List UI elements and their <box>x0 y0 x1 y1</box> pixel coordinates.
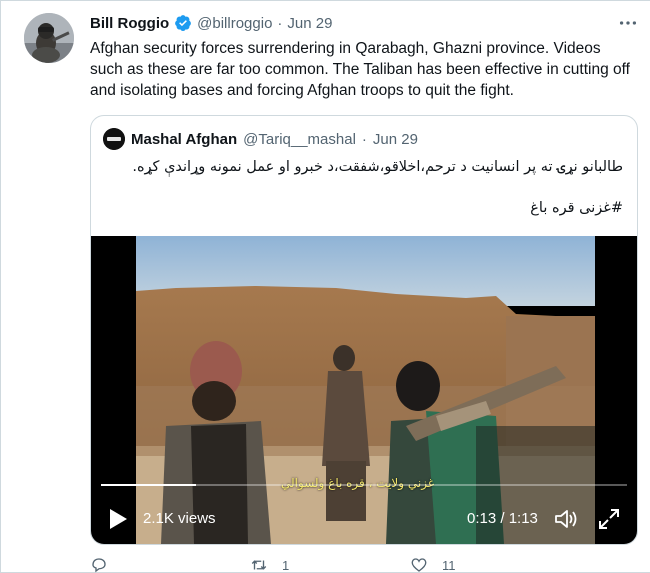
fullscreen-icon[interactable] <box>597 507 621 531</box>
heart-icon <box>411 558 427 572</box>
video-frame <box>136 236 595 544</box>
quote-author-name: Mashal Afghan <box>131 130 238 148</box>
verified-badge-icon <box>174 14 192 32</box>
quote-text: طالبانو نړۍ ته پر انسانیت د ترحم،اخلاقو،… <box>132 159 623 175</box>
tweet-header: Bill Roggio @billroggio · Jun 29 <box>90 14 332 32</box>
video-player[interactable]: غزني ولايت ، قره باغ ولسوالي 2.1K views … <box>91 236 637 544</box>
reply-button[interactable] <box>90 556 250 573</box>
reply-icon <box>92 558 106 573</box>
author-handle[interactable]: @billroggio <box>197 15 272 32</box>
separator-dot: · <box>277 14 283 32</box>
retweet-count: 1 <box>282 557 290 573</box>
quote-avatar <box>103 128 125 150</box>
tweet-actions: 1 11 <box>90 556 570 573</box>
more-horizontal-icon[interactable] <box>617 12 639 34</box>
author-name[interactable]: Bill Roggio <box>90 15 169 32</box>
quote-header: Mashal Afghan @Tariq__mashal · Jun 29 <box>103 128 418 150</box>
play-icon[interactable] <box>107 507 129 531</box>
video-views: 2.1K views <box>143 510 216 527</box>
quote-separator-dot: · <box>361 130 367 148</box>
retweet-button[interactable]: 1 <box>250 556 410 573</box>
volume-icon[interactable] <box>553 507 579 531</box>
like-button[interactable]: 11 <box>410 556 570 573</box>
avatar-photo <box>24 13 74 63</box>
retweet-icon <box>251 560 267 570</box>
tweet-text: Afghan security forces surrendering in Q… <box>90 40 630 99</box>
tweet-date[interactable]: Jun 29 <box>287 15 332 32</box>
quoted-tweet-card[interactable]: Mashal Afghan @Tariq__mashal · Jun 29 طا… <box>90 115 638 545</box>
video-progress-fill <box>101 484 196 486</box>
video-progress-bar[interactable] <box>101 484 627 486</box>
avatar[interactable] <box>24 13 74 63</box>
video-caption: غزني ولايت ، قره باغ ولسوالي <box>281 476 435 490</box>
like-count: 11 <box>442 557 456 573</box>
video-time: 0:13 / 1:13 <box>467 510 538 527</box>
quote-date: Jun 29 <box>372 130 418 148</box>
quote-author-handle: @Tariq__mashal <box>243 130 356 148</box>
quote-hashtag[interactable]: #غزنی قره باغ <box>530 200 623 216</box>
